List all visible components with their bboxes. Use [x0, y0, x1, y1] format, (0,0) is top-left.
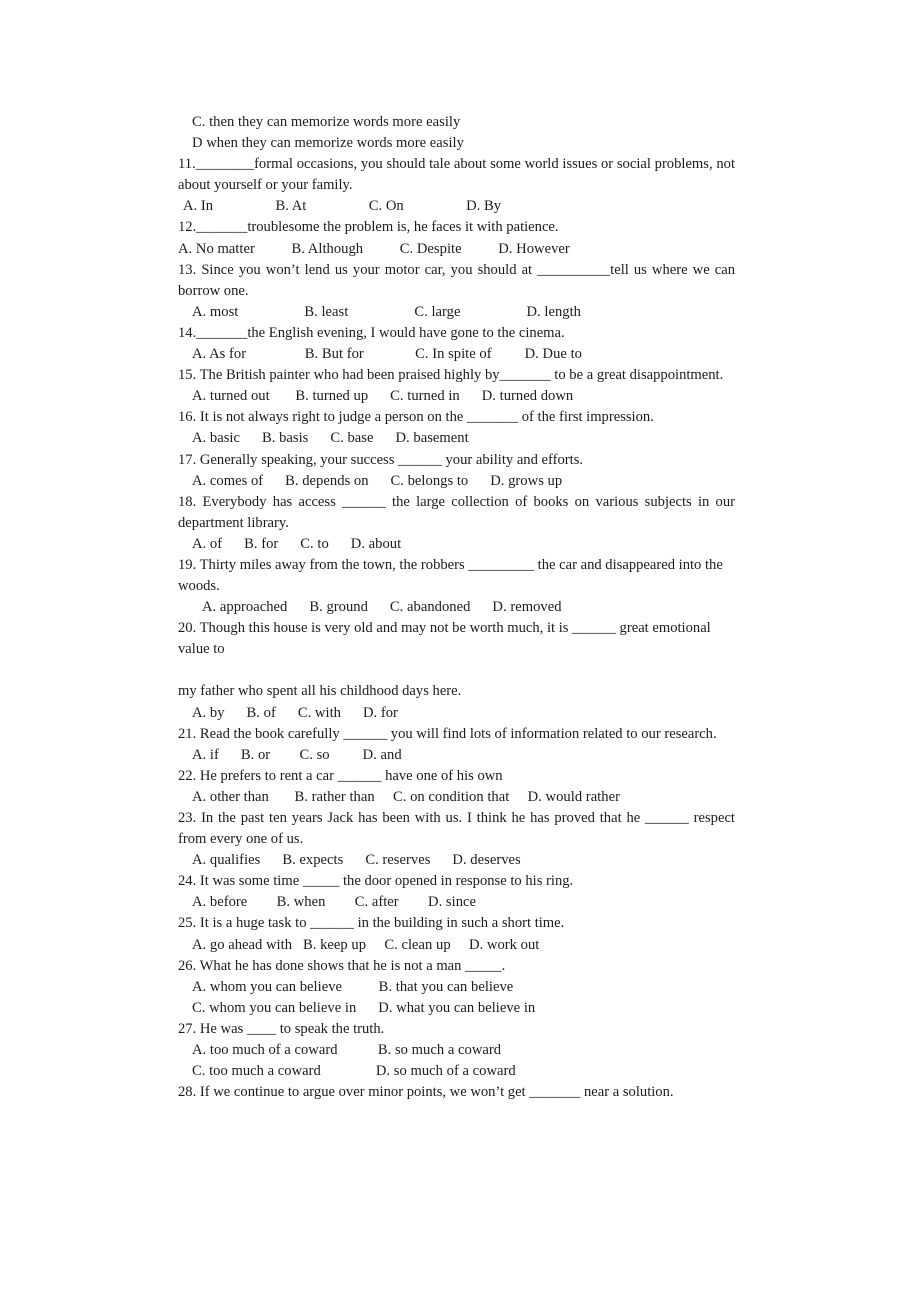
- question-11-stem: 11.________formal occasions, you should …: [178, 156, 735, 194]
- question-15-options: A. turned out B. turned up C. turned in …: [192, 388, 574, 405]
- question-21-stem: 21. Read the book carefully ______ you w…: [178, 725, 717, 742]
- question-23-options: A. qualifies B. expects C. reserves D. d…: [192, 852, 521, 869]
- question-26-options-row-2: C. whom you can believe in D. what you c…: [192, 999, 536, 1016]
- question-22-options: A. other than B. rather than C. on condi…: [192, 788, 620, 805]
- question-25-options: A. go ahead with B. keep up C. clean up …: [192, 936, 540, 953]
- question-24-stem: 24. It was some time _____ the door open…: [178, 873, 574, 890]
- question-20-stem-continued: my father who spent all his childhood da…: [178, 683, 462, 700]
- question-19-options: A. approached B. ground C. abandoned D. …: [202, 599, 562, 616]
- question-27-options-row-1: A. too much of a coward B. so much a cow…: [192, 1042, 502, 1059]
- question-20-options: A. by B. of C. with D. for: [192, 704, 398, 721]
- question-15-stem: 15. The British painter who had been pra…: [178, 367, 724, 384]
- question-13-stem: 13. Since you won’t lend us your motor c…: [178, 261, 735, 299]
- question-12-options: A. No matter B. Although C. Despite D. H…: [178, 240, 570, 257]
- question-16-stem: 16. It is not always right to judge a pe…: [178, 409, 654, 426]
- question-20-stem: 20. Though this house is very old and ma…: [178, 620, 711, 658]
- question-21-options: A. if B. or C. so D. and: [192, 746, 402, 763]
- question-23-stem: 23. In the past ten years Jack has been …: [178, 810, 735, 848]
- question-18-options: A. of B. for C. to D. about: [192, 535, 402, 552]
- question-26-stem: 26. What he has done shows that he is no…: [178, 957, 506, 974]
- question-25-stem: 25. It is a huge task to ______ in the b…: [178, 915, 565, 932]
- question-27-stem: 27. He was ____ to speak the truth.: [178, 1020, 385, 1037]
- question-27-options-row-2: C. too much a coward D. so much of a cow…: [192, 1063, 516, 1080]
- question-26-options-row-1: A. whom you can believe B. that you can …: [192, 978, 514, 995]
- question-28-stem: 28. If we continue to argue over minor p…: [178, 1084, 674, 1101]
- question-24-options: A. before B. when C. after D. since: [192, 894, 477, 911]
- question-13-options: A. most B. least C. large D. length: [192, 303, 581, 320]
- question-22-stem: 22. He prefers to rent a car ______ have…: [178, 767, 503, 784]
- document-page: C. then they can memorize words more eas…: [0, 0, 920, 1302]
- question-14-options: A. As for B. But for C. In spite of D. D…: [192, 346, 582, 363]
- carryover-option-c: C. then they can memorize words more eas…: [192, 114, 461, 130]
- exam-question-list: C. then they can memorize words more eas…: [178, 112, 735, 1103]
- question-18-stem: 18. Everybody has access ______ the larg…: [178, 493, 735, 531]
- question-17-stem: 17. Generally speaking, your success ___…: [178, 451, 584, 468]
- question-12-stem: 12._______troublesome the problem is, he…: [178, 219, 559, 236]
- question-19-stem: 19. Thirty miles away from the town, the…: [178, 556, 723, 595]
- carryover-option-d: D when they can memorize words more easi…: [192, 135, 464, 152]
- question-16-options: A. basic B. basis C. base D. basement: [192, 430, 469, 447]
- question-11-options: A. In B. At C. On D. By: [183, 198, 502, 215]
- question-14-stem: 14._______the English evening, I would h…: [178, 324, 565, 341]
- question-17-options: A. comes of B. depends on C. belongs to …: [192, 472, 563, 489]
